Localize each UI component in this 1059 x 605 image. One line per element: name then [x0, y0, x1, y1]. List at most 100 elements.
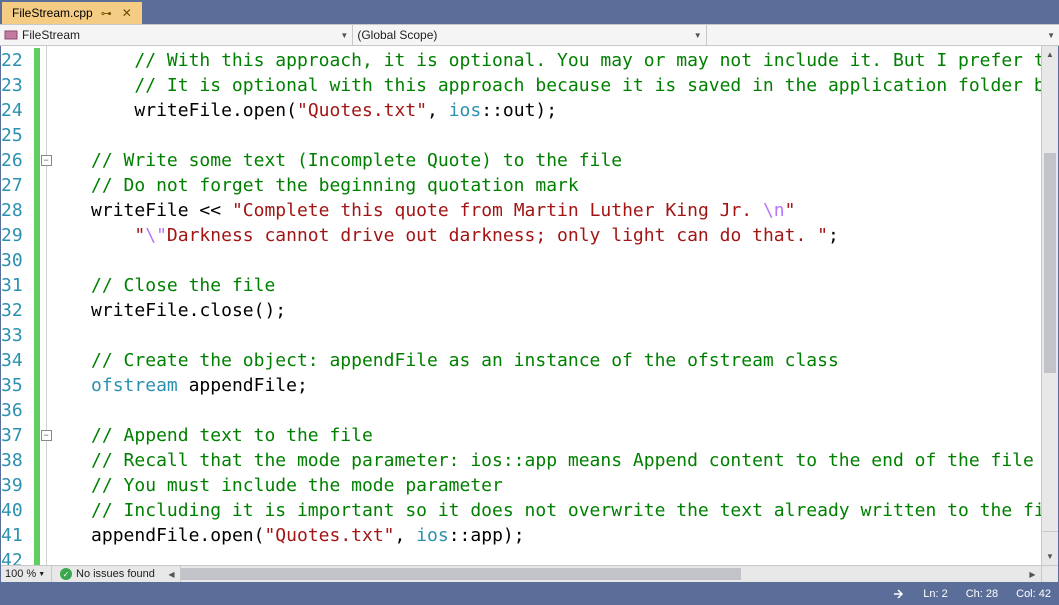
code-line[interactable]: writeFile.open("Quotes.txt", ios::out); [48, 98, 1041, 123]
issues-indicator[interactable]: ✓ No issues found [51, 566, 163, 582]
line-number: 22 [1, 48, 33, 73]
token-string: "Quotes.txt" [297, 100, 427, 121]
editor-area: 2223242526272829303132333435363738394041… [0, 46, 1059, 583]
token-plain: ::app); [449, 525, 525, 546]
col-value: 42 [1039, 588, 1051, 600]
fold-toggle[interactable]: − [41, 155, 52, 166]
token-plain: ; [297, 375, 308, 396]
scroll-down-button[interactable]: ▼ [1042, 548, 1058, 565]
close-icon[interactable]: ✕ [120, 6, 134, 20]
scroll-up-button[interactable]: ▲ [1042, 46, 1058, 63]
scope-dropdown[interactable]: (Global Scope) ▼ [353, 25, 706, 45]
code-line[interactable]: "\"Darkness cannot drive out darkness; o… [48, 223, 1041, 248]
outline-guideline [46, 46, 47, 565]
token-ident: writeFile [91, 300, 189, 321]
code-line[interactable]: // Write some text (Incomplete Quote) to… [48, 148, 1041, 173]
code-line[interactable]: // Recall that the mode parameter: ios::… [48, 448, 1041, 473]
col-label: Col: [1016, 588, 1036, 600]
code-line[interactable]: // Do not forget the beginning quotation… [48, 173, 1041, 198]
line-number: 34 [1, 348, 33, 373]
chevron-down-icon: ▼ [340, 31, 348, 40]
horizontal-scrollbar: 100 % ▼ ✓ No issues found ◀ ▶ [1, 565, 1041, 582]
code-line[interactable] [48, 123, 1041, 148]
token-comment: // Create the object: appendFile as an i… [91, 350, 839, 371]
file-tab[interactable]: FileStream.cpp ⊶ ✕ [2, 2, 142, 24]
line-number: 29 [1, 223, 33, 248]
token-ident: appendFile [91, 525, 199, 546]
token-comment: // Append text to the file [91, 425, 373, 446]
vertical-scrollbar[interactable]: ▲ ▼ [1041, 46, 1058, 565]
code-line[interactable]: // With this approach, it is optional. Y… [48, 48, 1041, 73]
token-comment: // Recall that the mode parameter: ios::… [91, 450, 1034, 471]
line-number-gutter: 2223242526272829303132333435363738394041… [1, 46, 33, 565]
token-escape: \n [763, 200, 785, 221]
code-line[interactable]: // You must include the mode parameter [48, 473, 1041, 498]
code-line[interactable] [48, 398, 1041, 423]
tab-strip: FileStream.cpp ⊶ ✕ [0, 0, 1059, 24]
zoom-dropdown[interactable]: 100 % ▼ [1, 568, 51, 580]
line-number: 40 [1, 498, 33, 523]
code-line[interactable]: appendFile.open("Quotes.txt", ios::app); [48, 523, 1041, 548]
code-line[interactable]: // Close the file [48, 273, 1041, 298]
tab-filename: FileStream.cpp [12, 6, 93, 20]
token-ident: appendFile [189, 375, 297, 396]
token-method: close [199, 300, 253, 321]
go-arrow-icon[interactable] [893, 588, 905, 600]
line-number: 30 [1, 248, 33, 273]
code-content[interactable]: // With this approach, it is optional. Y… [40, 46, 1041, 565]
line-number: 33 [1, 323, 33, 348]
line-number: 37 [1, 423, 33, 448]
token-plain [178, 375, 189, 396]
token-type: ofstream [91, 375, 178, 396]
token-plain: (); [254, 300, 287, 321]
token-ident: writeFile [91, 200, 189, 221]
chevron-down-icon: ▼ [38, 571, 45, 578]
scroll-right-button[interactable]: ▶ [1024, 566, 1041, 582]
hscroll-track[interactable] [180, 566, 1024, 582]
ch-label: Ch: [966, 588, 983, 600]
issues-text: No issues found [76, 568, 155, 580]
line-number: 42 [1, 548, 33, 565]
token-plain: ( [286, 100, 297, 121]
code-line[interactable] [48, 323, 1041, 348]
vscroll-thumb[interactable] [1044, 153, 1056, 373]
fold-toggle[interactable]: − [41, 430, 52, 441]
project-dropdown[interactable]: FileStream ▼ [0, 25, 353, 45]
ln-value: 2 [942, 588, 948, 600]
line-number: 36 [1, 398, 33, 423]
token-comment: // With this approach, it is optional. Y… [134, 50, 1041, 71]
token-escape: \" [145, 225, 167, 246]
status-line: Ln: 2 [923, 588, 947, 600]
line-number: 26 [1, 148, 33, 173]
pin-icon[interactable]: ⊶ [101, 7, 112, 20]
code-line[interactable] [48, 548, 1041, 565]
zoom-value: 100 % [5, 568, 36, 580]
line-number: 32 [1, 298, 33, 323]
navigation-bar: FileStream ▼ (Global Scope) ▼ ▼ [0, 24, 1059, 46]
code-line[interactable]: // Including it is important so it does … [48, 498, 1041, 523]
token-plain: << [189, 200, 232, 221]
token-plain: . [189, 300, 200, 321]
status-char: Ch: 28 [966, 588, 998, 600]
code-editor[interactable]: 2223242526272829303132333435363738394041… [1, 46, 1041, 565]
scroll-left-button[interactable]: ◀ [163, 566, 180, 582]
hscroll-thumb[interactable] [181, 568, 741, 580]
code-line[interactable]: writeFile << "Complete this quote from M… [48, 198, 1041, 223]
code-line[interactable]: // It is optional with this approach bec… [48, 73, 1041, 98]
code-line[interactable]: ofstream appendFile; [48, 373, 1041, 398]
scrollbar-corner [1041, 565, 1058, 582]
code-line[interactable]: // Create the object: appendFile as an i… [48, 348, 1041, 373]
member-dropdown[interactable]: ▼ [707, 25, 1059, 45]
token-string: Darkness cannot drive out darkness; only… [167, 225, 828, 246]
code-line[interactable]: // Append text to the file [48, 423, 1041, 448]
split-handle[interactable] [1042, 531, 1058, 548]
chevron-down-icon: ▼ [1047, 31, 1055, 40]
line-number: 25 [1, 123, 33, 148]
code-line[interactable]: writeFile.close(); [48, 298, 1041, 323]
code-line[interactable] [48, 248, 1041, 273]
vscroll-track[interactable] [1042, 63, 1058, 531]
class-icon [4, 28, 18, 42]
token-comment: // It is optional with this approach bec… [134, 75, 1041, 96]
token-string: " [785, 200, 796, 221]
token-plain: , [395, 525, 417, 546]
